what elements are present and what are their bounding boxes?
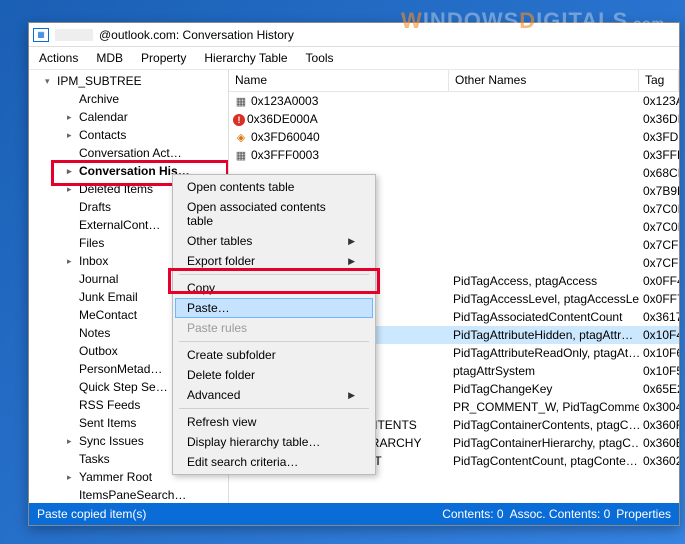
error-icon: ! <box>233 114 245 126</box>
tree-item[interactable]: ▸Contacts <box>39 126 228 144</box>
col-name[interactable]: Name <box>229 70 449 91</box>
tree-item[interactable]: Archive <box>39 90 228 108</box>
separator <box>179 408 369 409</box>
ctx-create-subfolder[interactable]: Create subfolder <box>175 345 373 365</box>
ctx-display-hierarchy[interactable]: Display hierarchy table… <box>175 432 373 452</box>
ctx-advanced[interactable]: Advanced▶ <box>175 385 373 405</box>
ctx-refresh[interactable]: Refresh view <box>175 412 373 432</box>
col-other[interactable]: Other Names <box>449 70 639 91</box>
tree-item[interactable]: ▸Calendar <box>39 108 228 126</box>
status-props: Properties <box>616 507 671 521</box>
ctx-export[interactable]: Export folder▶ <box>175 251 373 271</box>
ctx-edit-search[interactable]: Edit search criteria… <box>175 452 373 472</box>
table-row[interactable]: ▦0x123A00030x123A0003 <box>229 92 679 110</box>
table-row[interactable]: ▦0x3FFF00030x3FFF0003 <box>229 146 679 164</box>
col-tag[interactable]: Tag <box>639 70 679 91</box>
context-menu: Open contents table Open associated cont… <box>172 174 376 475</box>
menu-hierarchy[interactable]: Hierarchy Table <box>204 51 287 65</box>
tree-item[interactable]: Conversation Act… <box>39 144 228 162</box>
separator <box>179 341 369 342</box>
obscured-user <box>55 29 93 41</box>
chevron-right-icon: ▶ <box>348 390 355 401</box>
ctx-delete-folder[interactable]: Delete folder <box>175 365 373 385</box>
tree-root-item[interactable]: ▾IPM_SUBTREE <box>39 72 228 90</box>
table-row[interactable]: ◈0x3FD600400x3FD60040 <box>229 128 679 146</box>
ctx-paste-rules: Paste rules <box>175 318 373 338</box>
property-icon: ▦ <box>233 148 249 162</box>
ctx-other-tables[interactable]: Other tables▶ <box>175 231 373 251</box>
status-contents: Contents: 0 <box>442 507 503 521</box>
status-bar: Paste copied item(s) Contents: 0 Assoc. … <box>29 503 679 525</box>
tree-item[interactable]: ItemsPaneSearch… <box>39 486 228 503</box>
chevron-right-icon: ▶ <box>348 256 355 267</box>
menu-actions[interactable]: Actions <box>39 51 78 65</box>
menu-property[interactable]: Property <box>141 51 186 65</box>
menu-tools[interactable]: Tools <box>306 51 334 65</box>
menubar: Actions MDB Property Hierarchy Table Too… <box>29 47 679 70</box>
table-row[interactable]: !0x36DE000A0x36DE000A <box>229 110 679 128</box>
menu-mdb[interactable]: MDB <box>96 51 123 65</box>
ctx-open-contents[interactable]: Open contents table <box>175 177 373 197</box>
ctx-paste[interactable]: Paste… <box>175 298 373 318</box>
warning-icon: ◈ <box>233 130 249 144</box>
property-icon: ▦ <box>233 94 249 108</box>
status-left: Paste copied item(s) <box>37 507 146 521</box>
watermark: WINDOWSDIGITALS.com <box>401 8 665 34</box>
window-title: @outlook.com: Conversation History <box>99 28 294 42</box>
app-icon: ▦ <box>33 28 49 42</box>
status-assoc: Assoc. Contents: 0 <box>510 507 611 521</box>
column-headers: Name Other Names Tag <box>229 70 679 92</box>
chevron-right-icon: ▶ <box>348 236 355 247</box>
ctx-open-assoc[interactable]: Open associated contents table <box>175 197 373 231</box>
separator <box>179 274 369 275</box>
ctx-copy[interactable]: Copy <box>175 278 373 298</box>
